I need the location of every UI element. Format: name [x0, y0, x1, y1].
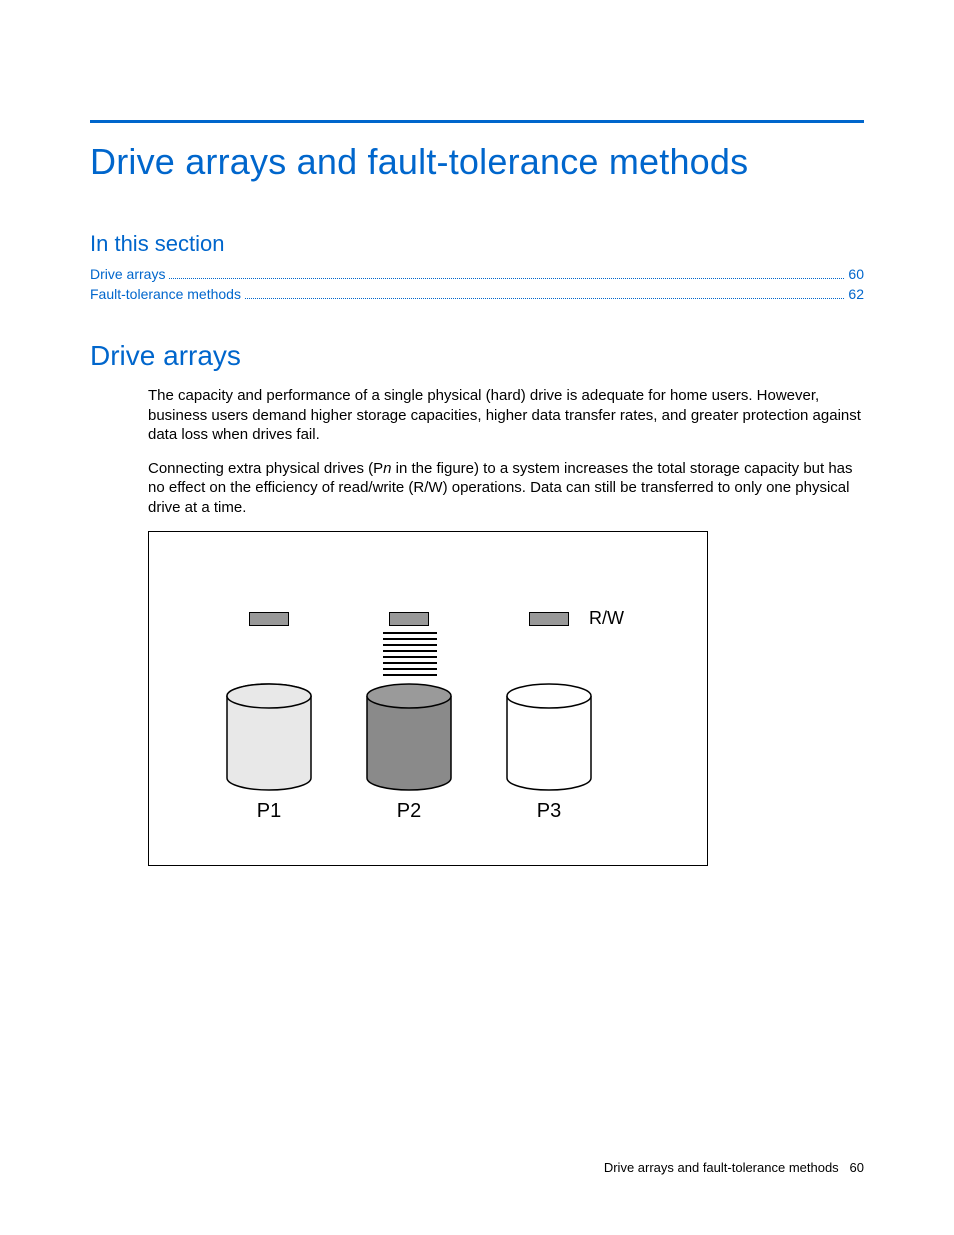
toc-leader	[169, 278, 844, 279]
rw-head-icon	[249, 612, 289, 626]
drive-label-p1: P1	[225, 800, 313, 823]
page-title: Drive arrays and fault-tolerance methods	[90, 141, 864, 183]
paragraph-2: Connecting extra physical drives (Pn in …	[148, 459, 864, 518]
toc-label: Fault-tolerance methods	[90, 285, 241, 305]
toc-page: 60	[848, 265, 864, 285]
text-run: Connecting extra physical drives (P	[148, 460, 383, 477]
toc-leader	[245, 298, 844, 299]
rw-head-icon	[389, 612, 429, 626]
toc-row[interactable]: Fault-tolerance methods 62	[90, 285, 864, 305]
drive-label-p3: P3	[505, 800, 593, 823]
footer-section-label: Drive arrays and fault-tolerance methods	[604, 1160, 839, 1175]
page-footer: Drive arrays and fault-tolerance methods…	[604, 1160, 864, 1175]
top-rule	[90, 120, 864, 123]
drive-label-p2: P2	[365, 800, 453, 823]
toc-row[interactable]: Drive arrays 60	[90, 265, 864, 285]
in-this-section-heading: In this section	[90, 231, 864, 257]
paragraph-1: The capacity and performance of a single…	[148, 386, 864, 445]
drive-cylinder-icon	[225, 682, 313, 792]
table-of-contents: Drive arrays 60 Fault-tolerance methods …	[90, 265, 864, 304]
toc-page: 62	[848, 285, 864, 305]
rw-head-icon	[529, 612, 569, 626]
drive-arrays-heading: Drive arrays	[90, 340, 864, 372]
drive-figure: R/W P1 P2 P3	[148, 531, 708, 866]
data-transfer-lines-icon	[383, 632, 437, 680]
drive-cylinder-active-icon	[365, 682, 453, 792]
footer-page-number: 60	[850, 1160, 864, 1175]
rw-label: R/W	[589, 608, 624, 629]
drive-cylinder-icon	[505, 682, 593, 792]
toc-label: Drive arrays	[90, 265, 165, 285]
